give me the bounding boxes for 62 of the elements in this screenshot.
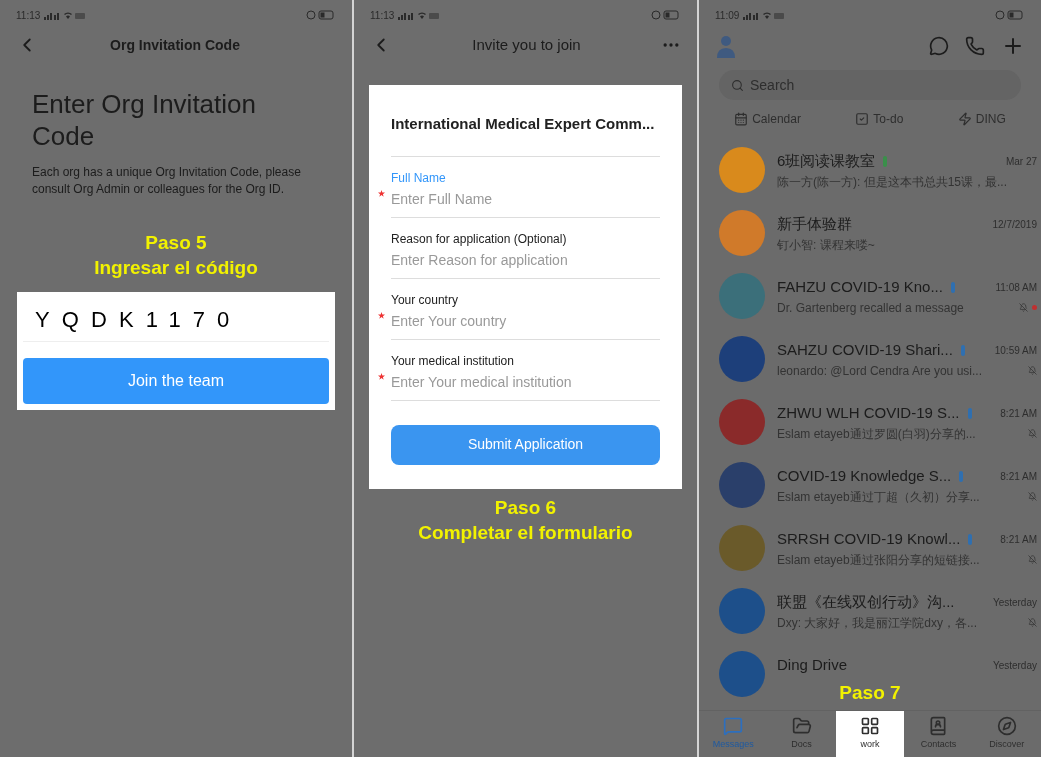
battery-icon	[306, 10, 336, 20]
submit-button[interactable]: Submit Application	[391, 424, 660, 465]
tab-bar-item[interactable]: work	[860, 738, 880, 752]
lightning-icon	[957, 112, 972, 126]
search-icon	[731, 78, 744, 92]
step-caption: Paso 6	[494, 495, 557, 520]
tab-bar-item[interactable]: Discover	[989, 738, 1025, 752]
join-button[interactable]: Join the team	[23, 358, 329, 404]
chat-name: ZHWU WLH COVID-19 S...	[777, 402, 960, 423]
chat-time: 8:21 AM	[1000, 406, 1037, 421]
input-field[interactable]: Enter Reason for application	[391, 249, 660, 271]
chat-name: Ding Drive	[777, 654, 848, 675]
chat-name: 6班阅读课教室	[777, 150, 876, 171]
phone-icon[interactable]	[965, 36, 985, 56]
screen-title: Org Invitation Code	[109, 35, 241, 55]
chat-name: SRRSH COVID-19 Knowl...	[777, 528, 961, 549]
chat-time: Yesterday	[992, 658, 1037, 673]
shortcut-link[interactable]: Calendar	[752, 110, 801, 128]
tab-bar-item[interactable]: Messages	[712, 738, 754, 752]
step-caption: Completar el formulario	[418, 520, 633, 545]
input-field[interactable]: Enter Your country	[391, 310, 660, 332]
shortcut-link[interactable]: DING	[975, 110, 1006, 128]
status-time: 11:13	[370, 8, 395, 23]
chat-preview: Dr. Gartenberg recalled a message	[777, 299, 964, 317]
chat-time: 10:59 AM	[994, 343, 1037, 358]
checkbox-icon	[855, 112, 870, 126]
description: Each org has a unique Org Invitation Code, please consult Org Admin or colleagues for the Org ID.	[32, 164, 302, 198]
compass-icon	[996, 716, 1017, 737]
org-name: International Medical Expert Comm...	[391, 113, 660, 157]
calendar-icon	[734, 112, 749, 126]
shortcut-link[interactable]: To-do	[873, 110, 904, 128]
status-time: 11:13	[16, 8, 41, 23]
chat-time: Yesterday	[992, 595, 1037, 610]
step-caption: Paso 5	[145, 231, 207, 255]
chat-time: 12/7/2019	[992, 217, 1037, 232]
chat-bubble-icon	[723, 716, 744, 737]
chat-name: SAHZU COVID-19 Shari...	[777, 339, 953, 360]
battery-icon	[651, 10, 681, 20]
code-field[interactable]: YQDK1170	[23, 298, 329, 342]
chat-name: 联盟《在线双创行动》沟...	[777, 591, 955, 612]
screen-title: Invite you to join	[471, 34, 582, 55]
page-heading: Enter Org Invitation Code	[32, 88, 257, 152]
chat-name: 新手体验群	[777, 213, 852, 234]
grid-icon	[860, 716, 880, 737]
address-book-icon	[928, 716, 949, 737]
step-caption: Ingresar el código	[94, 256, 258, 280]
chat-time: 11:08 AM	[995, 280, 1037, 295]
status-time: 11:09	[715, 8, 740, 23]
chat-name: COVID-19 Knowledge S...	[777, 465, 952, 486]
chat-name: FAHZU COVID-19 Kno...	[777, 276, 943, 297]
input-field[interactable]: Enter Full Name	[391, 188, 660, 210]
chat-time: 8:21 AM	[1000, 469, 1037, 484]
field-label: Full Name	[391, 169, 447, 187]
field-label: Your medical institution	[391, 352, 515, 370]
chat-time: 8:21 AM	[1000, 532, 1037, 547]
step-caption: Paso 7	[839, 681, 901, 705]
battery-icon	[995, 10, 1025, 20]
tab-bar-item[interactable]: Docs	[791, 738, 812, 752]
input-field[interactable]: Enter Your medical institution	[391, 371, 660, 393]
chat-icon[interactable]	[929, 36, 949, 56]
field-label: Reason for application (Optional)	[391, 230, 568, 248]
field-label: Your country	[391, 291, 459, 309]
